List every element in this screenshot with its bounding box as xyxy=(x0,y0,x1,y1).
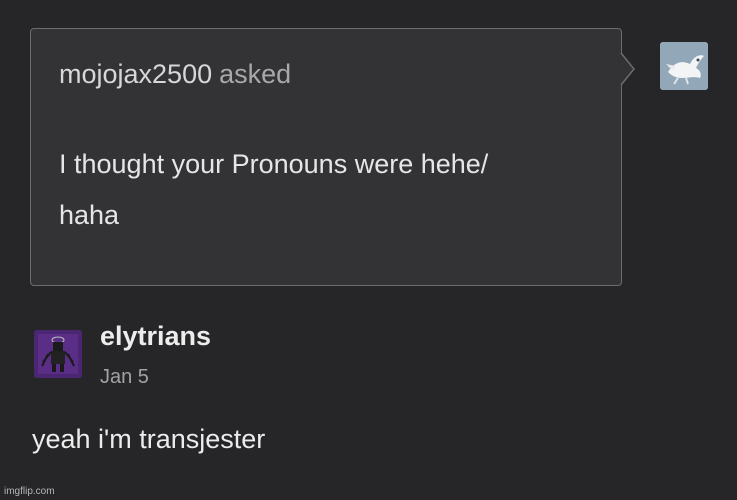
figure-avatar-icon xyxy=(34,330,82,378)
question-text: I thought your Pronouns were hehe/ haha xyxy=(59,139,599,241)
answer-date[interactable]: Jan 5 xyxy=(100,366,149,389)
ask-header: mojojax2500 asked xyxy=(59,59,291,90)
question-line: haha xyxy=(59,200,120,230)
answer-author[interactable]: elytrians xyxy=(100,321,211,352)
speech-pointer-icon xyxy=(620,52,635,86)
bird-avatar-icon xyxy=(660,42,708,90)
asker-avatar[interactable] xyxy=(660,42,708,90)
answer-text: yeah i'm transjester xyxy=(32,424,266,454)
answer-avatar[interactable] xyxy=(34,330,82,378)
watermark: imgflip.com xyxy=(4,486,55,497)
asker-name[interactable]: mojojax2500 xyxy=(59,59,212,89)
question-line: I thought your Pronouns were hehe/ xyxy=(59,149,489,179)
ask-box: mojojax2500 asked I thought your Pronouns… xyxy=(30,28,622,286)
asked-label: asked xyxy=(219,59,292,89)
